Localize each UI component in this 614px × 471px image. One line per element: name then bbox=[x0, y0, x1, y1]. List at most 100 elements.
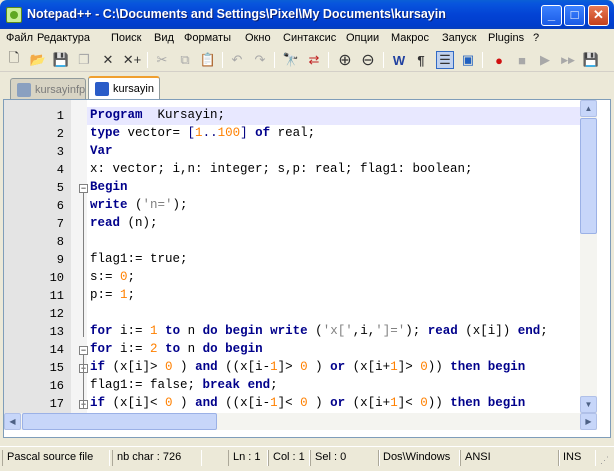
resize-grip-icon[interactable]: ⋰ bbox=[600, 455, 609, 466]
token-text: ; bbox=[540, 324, 548, 338]
code-line[interactable]: 6 write ('n='); bbox=[4, 197, 597, 215]
token-kw: begin bbox=[487, 396, 526, 410]
code-line[interactable]: 1 Program Kursayin; bbox=[4, 107, 597, 125]
token-num: 0 bbox=[300, 396, 308, 410]
scroll-right-icon[interactable]: ▶ bbox=[580, 413, 597, 430]
code-line[interactable]: 15 if (x[i]> 0 ) and ((x[i-1]> 0 ) or (x[… bbox=[4, 359, 597, 377]
status-char-count: nb char : 726 bbox=[112, 450, 202, 466]
token-text: ); bbox=[405, 324, 428, 338]
token-kw: write bbox=[90, 198, 128, 212]
copy-icon[interactable]: ⧉ bbox=[176, 51, 194, 69]
token-text: ) bbox=[172, 396, 196, 410]
code-line[interactable]: 7 read (n); bbox=[4, 215, 597, 233]
token-text: ); bbox=[172, 198, 188, 212]
vertical-scroll-thumb[interactable] bbox=[580, 118, 597, 234]
token-text: (x[i]< bbox=[105, 396, 166, 410]
undo-icon[interactable]: ↶ bbox=[228, 51, 246, 69]
menu-syntax[interactable]: Синтаксис bbox=[283, 32, 336, 44]
scroll-left-icon[interactable]: ◀ bbox=[4, 413, 21, 430]
save-all-icon[interactable]: ❐ bbox=[75, 51, 93, 69]
notepad-plus-plus-icon[interactable] bbox=[6, 7, 22, 23]
title-bar[interactable]: Notepad++ - C:\Documents and Settings\Pi… bbox=[0, 0, 614, 29]
token-kw: then bbox=[450, 396, 481, 410]
close-all-icon[interactable]: ✕+ bbox=[121, 51, 143, 69]
replace-icon[interactable]: ⇄ bbox=[305, 51, 323, 69]
maximize-button[interactable]: □ bbox=[564, 5, 585, 26]
token-kw: or bbox=[330, 396, 346, 410]
code-line[interactable]: 17 if (x[i]< 0 ) and ((x[i-1]< 0 ) or (x[… bbox=[4, 395, 597, 413]
code-line[interactable]: 13 for i:= 1 to n do begin write ('x[',i,… bbox=[4, 323, 597, 341]
paste-icon[interactable]: 📋 bbox=[199, 51, 217, 69]
code-line[interactable]: 16 flag1:= false; break end; bbox=[4, 377, 597, 395]
find-icon[interactable]: 🔭 bbox=[282, 51, 300, 69]
vertical-scrollbar[interactable]: ▲ ▼ bbox=[580, 100, 597, 413]
horizontal-scroll-thumb[interactable] bbox=[22, 413, 217, 430]
open-file-icon[interactable]: 📂 bbox=[29, 51, 47, 69]
show-all-chars-icon[interactable]: ¶ bbox=[412, 51, 430, 69]
code-line[interactable]: 3 Var bbox=[4, 143, 597, 161]
play-macro-multiple-icon[interactable]: ▶▶ bbox=[559, 51, 577, 69]
token-num: 1 bbox=[120, 288, 128, 302]
menu-macro[interactable]: Макрос bbox=[391, 32, 429, 44]
zoom-in-icon[interactable]: ⊕ bbox=[336, 51, 354, 69]
toolbar-separator bbox=[383, 52, 384, 68]
record-macro-icon[interactable]: ● bbox=[490, 51, 508, 69]
zoom-out-icon[interactable]: ⊖ bbox=[359, 51, 377, 69]
fold-toggle-icon[interactable]: − bbox=[79, 346, 88, 355]
code-line[interactable]: 8 bbox=[4, 233, 597, 251]
minimize-button[interactable]: _ bbox=[541, 5, 562, 26]
token-kw: Program bbox=[90, 108, 143, 122]
play-macro-icon[interactable]: ▶ bbox=[536, 51, 554, 69]
tab-kursayinfp[interactable]: kursayinfp bbox=[10, 78, 86, 100]
close-file-icon[interactable]: ✕ bbox=[99, 51, 117, 69]
code-line[interactable]: 14 for i:= 2 to n do begin − bbox=[4, 341, 597, 359]
code-line[interactable]: 5 Begin − bbox=[4, 179, 597, 197]
menu-window[interactable]: Окно bbox=[245, 32, 271, 44]
save-macro-icon[interactable]: 💾 bbox=[582, 51, 600, 69]
scroll-up-icon[interactable]: ▲ bbox=[580, 100, 597, 117]
indent-guide-icon[interactable]: ☰ bbox=[436, 51, 454, 69]
new-file-icon[interactable]: 🗋 bbox=[5, 50, 23, 69]
code-line[interactable]: 12 bbox=[4, 305, 597, 323]
menu-format[interactable]: Форматы bbox=[184, 32, 231, 44]
menu-run[interactable]: Запуск bbox=[442, 32, 476, 44]
scroll-down-icon[interactable]: ▼ bbox=[580, 396, 597, 413]
redo-icon[interactable]: ↷ bbox=[251, 51, 269, 69]
stop-record-icon[interactable]: ■ bbox=[513, 51, 531, 69]
editor[interactable]: 1 Program Kursayin; 2 type vector= [1..100]… bbox=[3, 99, 611, 438]
token-text: n bbox=[180, 324, 203, 338]
code-line[interactable]: 11 p:= 1; bbox=[4, 287, 597, 305]
token-text: vector= bbox=[120, 126, 188, 140]
menu-plugins[interactable]: Plugins bbox=[488, 32, 524, 44]
code-line[interactable]: 4 x: vector; i,n: integer; s,p: real; fla… bbox=[4, 161, 597, 179]
fold-toggle-icon[interactable]: − bbox=[79, 184, 88, 193]
menu-options[interactable]: Опции bbox=[346, 32, 379, 44]
toolbar: 🗋 📂 💾 ❐ ✕ ✕+ ✂ ⧉ 📋 ↶ ↷ 🔭 ⇄ ⊕ ⊖ W ¶ ☰ ▣ ●… bbox=[0, 48, 614, 72]
line-number: 6 bbox=[56, 199, 64, 213]
token-kw: to bbox=[165, 324, 181, 338]
word-wrap-icon[interactable]: W bbox=[390, 51, 408, 69]
fold-guide-line bbox=[83, 193, 84, 337]
horizontal-scrollbar[interactable]: ◀ ▶ bbox=[4, 413, 597, 430]
code-line[interactable]: 2 type vector= [1..100] of real; bbox=[4, 125, 597, 143]
menu-help[interactable]: ? bbox=[533, 32, 539, 44]
menu-view[interactable]: Вид bbox=[154, 32, 174, 44]
line-number: 14 bbox=[49, 343, 64, 357]
token-num: 0 bbox=[420, 396, 428, 410]
code-line[interactable]: 10 s:= 0; bbox=[4, 269, 597, 287]
menu-search[interactable]: Поиск bbox=[111, 32, 141, 44]
code-text: for i:= 2 to n do begin bbox=[90, 342, 263, 356]
tab-kursayin[interactable]: kursayin bbox=[88, 76, 160, 100]
user-language-icon[interactable]: ▣ bbox=[459, 51, 477, 69]
code-line[interactable]: 9 flag1:= true; bbox=[4, 251, 597, 269]
cut-icon[interactable]: ✂ bbox=[153, 51, 171, 69]
menu-edit[interactable]: Редактура bbox=[37, 32, 90, 44]
close-button[interactable]: ✕ bbox=[588, 5, 609, 26]
save-icon[interactable]: 💾 bbox=[52, 51, 70, 69]
menu-file[interactable]: Файл bbox=[6, 32, 33, 44]
token-kw: break bbox=[202, 378, 241, 392]
token-text: real; bbox=[270, 126, 316, 140]
toolbar-separator bbox=[147, 52, 148, 68]
token-num: 0 bbox=[300, 360, 308, 374]
